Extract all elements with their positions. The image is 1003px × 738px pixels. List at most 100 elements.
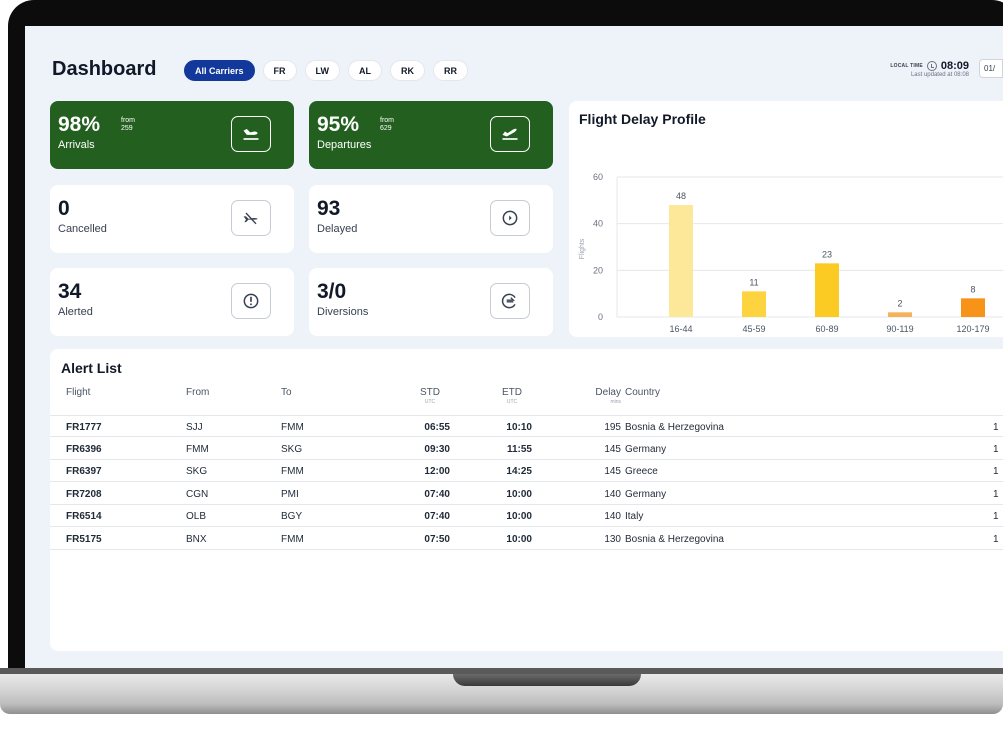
plane-landing-icon[interactable] — [231, 116, 271, 152]
kpi-arrivals-from: from 259 — [121, 117, 135, 132]
cell-flight[interactable]: FR6514 — [66, 511, 102, 522]
table-row[interactable]: FR6396 FMM SKG 09:30 11:55 145 Germany 1 — [50, 438, 1003, 460]
bar-90-119 — [888, 312, 912, 317]
kpi-arrivals-label: Arrivals — [58, 139, 95, 151]
kpi-diversions[interactable]: 3/0 Diversions — [309, 268, 553, 336]
carrier-chip-all[interactable]: All Carriers — [184, 60, 255, 81]
col-flight[interactable]: Flight — [66, 387, 90, 398]
col-delay[interactable]: Delay mins — [575, 387, 621, 405]
cell-to: FMM — [281, 466, 304, 478]
kpi-alerted-label: Alerted — [58, 306, 93, 318]
kpi-delayed-value: 93 — [317, 197, 341, 220]
cell-extra: 1 — [993, 511, 999, 523]
bar-16-44 — [669, 205, 693, 317]
carrier-chip-rr[interactable]: RR — [433, 60, 469, 81]
kpi-arrivals-value: 98% — [58, 113, 101, 136]
cell-delay: 140 — [604, 511, 621, 523]
col-etd[interactable]: ETD UTC — [492, 387, 532, 405]
plane-departure-icon[interactable] — [490, 116, 530, 152]
carrier-chip-lw[interactable]: LW — [304, 60, 341, 81]
kpi-cancelled[interactable]: 0 Cancelled — [50, 185, 294, 253]
date-picker[interactable]: 01/ — [979, 59, 1003, 78]
cell-delay: 140 — [604, 488, 621, 500]
cell-etd: 11:55 — [506, 443, 532, 455]
kpi-departures-label: Departures — [317, 139, 372, 151]
local-time-value: 08:09 — [940, 60, 969, 72]
cell-flight[interactable]: FR5175 — [66, 534, 102, 545]
cell-std: 12:00 — [424, 466, 450, 478]
col-country[interactable]: Country — [625, 387, 660, 398]
cell-to: BGY — [281, 511, 303, 523]
x-tick-label: 45-59 — [742, 324, 765, 334]
cell-from: OLB — [186, 511, 207, 523]
table-row[interactable]: FR1777 SJJ FMM 06:55 10:10 195 Bosnia & Herzeg… — [50, 415, 1003, 437]
kpi-arrivals[interactable]: 98% from 259 Arrivals — [50, 101, 294, 169]
table-row[interactable]: FR6514 OLB BGY 07:40 10:00 140 Italy 1 — [50, 505, 1003, 528]
cell-flight[interactable]: FR1777 — [66, 422, 102, 433]
table-row[interactable]: FR5175 BNX FMM 07:50 10:00 130 Bosnia & Herzeg… — [50, 528, 1003, 550]
clock-play-icon[interactable] — [490, 200, 530, 236]
cell-std: 09:30 — [424, 443, 450, 455]
alert-circle-icon[interactable] — [231, 283, 271, 319]
cell-etd: 10:00 — [506, 534, 532, 545]
cell-country: Bosnia & Herzegovina — [625, 534, 724, 545]
carrier-chip-fr[interactable]: FR — [262, 60, 297, 81]
kpi-departures[interactable]: 95% from 629 Departures — [309, 101, 553, 169]
y-tick-label: 40 — [593, 219, 603, 229]
diversion-icon[interactable] — [490, 283, 530, 319]
table-row[interactable]: FR6397 SKG FMM 12:00 14:25 145 Greece 1 — [50, 460, 1003, 483]
cell-from: BNX — [186, 534, 207, 545]
cell-country: Bosnia & Herzegovina — [625, 422, 724, 433]
y-tick-label: 60 — [593, 172, 603, 182]
cell-etd: 10:10 — [506, 422, 532, 433]
kpi-cancelled-value: 0 — [58, 197, 70, 220]
cell-extra: 1 — [993, 422, 999, 433]
carrier-chip-al[interactable]: AL — [348, 60, 383, 81]
clock-icon — [926, 61, 937, 71]
dashboard-screen: Dashboard All Carriers FR LW AL RK RR LO… — [25, 26, 1003, 668]
kpi-departures-value: 95% — [317, 113, 360, 136]
cell-extra: 1 — [993, 488, 999, 500]
col-from[interactable]: From — [186, 387, 209, 398]
kpi-alerted[interactable]: 34 Alerted — [50, 268, 294, 336]
cell-country: Germany — [625, 488, 667, 500]
cell-etd: 10:00 — [506, 511, 532, 523]
kpi-cancelled-label: Cancelled — [58, 223, 107, 235]
kpi-diversions-value: 3/0 — [317, 280, 347, 303]
x-tick-label: 16-44 — [669, 324, 692, 334]
cell-flight[interactable]: FR7208 — [66, 489, 102, 500]
cell-country: Germany — [625, 443, 667, 455]
carrier-filter: All Carriers FR LW AL RK RR — [184, 60, 469, 81]
local-time-label: LOCAL TIME — [890, 63, 923, 69]
chart-plot: 0 20 40 60 Flights 48 16-44 11 45-59 23 60-89 2 90-1… — [579, 172, 1003, 334]
cell-flight[interactable]: FR6397 — [66, 466, 102, 477]
kpi-departures-from: from 629 — [380, 117, 394, 132]
carrier-chip-rk[interactable]: RK — [390, 60, 426, 81]
col-std[interactable]: STD UTC — [410, 387, 450, 405]
cell-to: FMM — [281, 534, 304, 545]
cell-delay: 130 — [604, 534, 621, 545]
cell-std: 07:40 — [424, 511, 450, 523]
last-updated: Last updated at 08:08 — [910, 72, 969, 78]
plane-cancelled-icon[interactable] — [231, 200, 271, 236]
kpi-alerted-value: 34 — [58, 280, 82, 303]
local-time: LOCAL TIME 08:09 Last updated at 08:08 — [890, 60, 969, 78]
flight-delay-chart: Flight Delay Profile 0 20 40 60 Flights 48 16-… — [569, 101, 1003, 337]
cell-country: Italy — [625, 511, 644, 523]
x-tick-label: 90-119 — [886, 324, 913, 334]
bar-60-89 — [815, 263, 839, 317]
kpi-delayed[interactable]: 93 Delayed — [309, 185, 553, 253]
cell-extra: 1 — [993, 443, 999, 455]
x-tick-label: 120-179 — [956, 324, 989, 334]
cell-extra: 1 — [993, 534, 999, 545]
col-to[interactable]: To — [281, 387, 292, 398]
y-axis-label: Flights — [579, 238, 586, 259]
cell-flight[interactable]: FR6396 — [66, 444, 102, 455]
bar-value-label: 48 — [676, 191, 686, 201]
cell-to: SKG — [281, 443, 303, 455]
cell-std: 07:40 — [424, 488, 450, 500]
bar-120-179 — [961, 298, 985, 317]
table-row[interactable]: FR7208 CGN PMI 07:40 10:00 140 Germany 1 — [50, 483, 1003, 505]
cell-etd: 10:00 — [506, 488, 532, 500]
laptop-notch — [453, 674, 641, 686]
